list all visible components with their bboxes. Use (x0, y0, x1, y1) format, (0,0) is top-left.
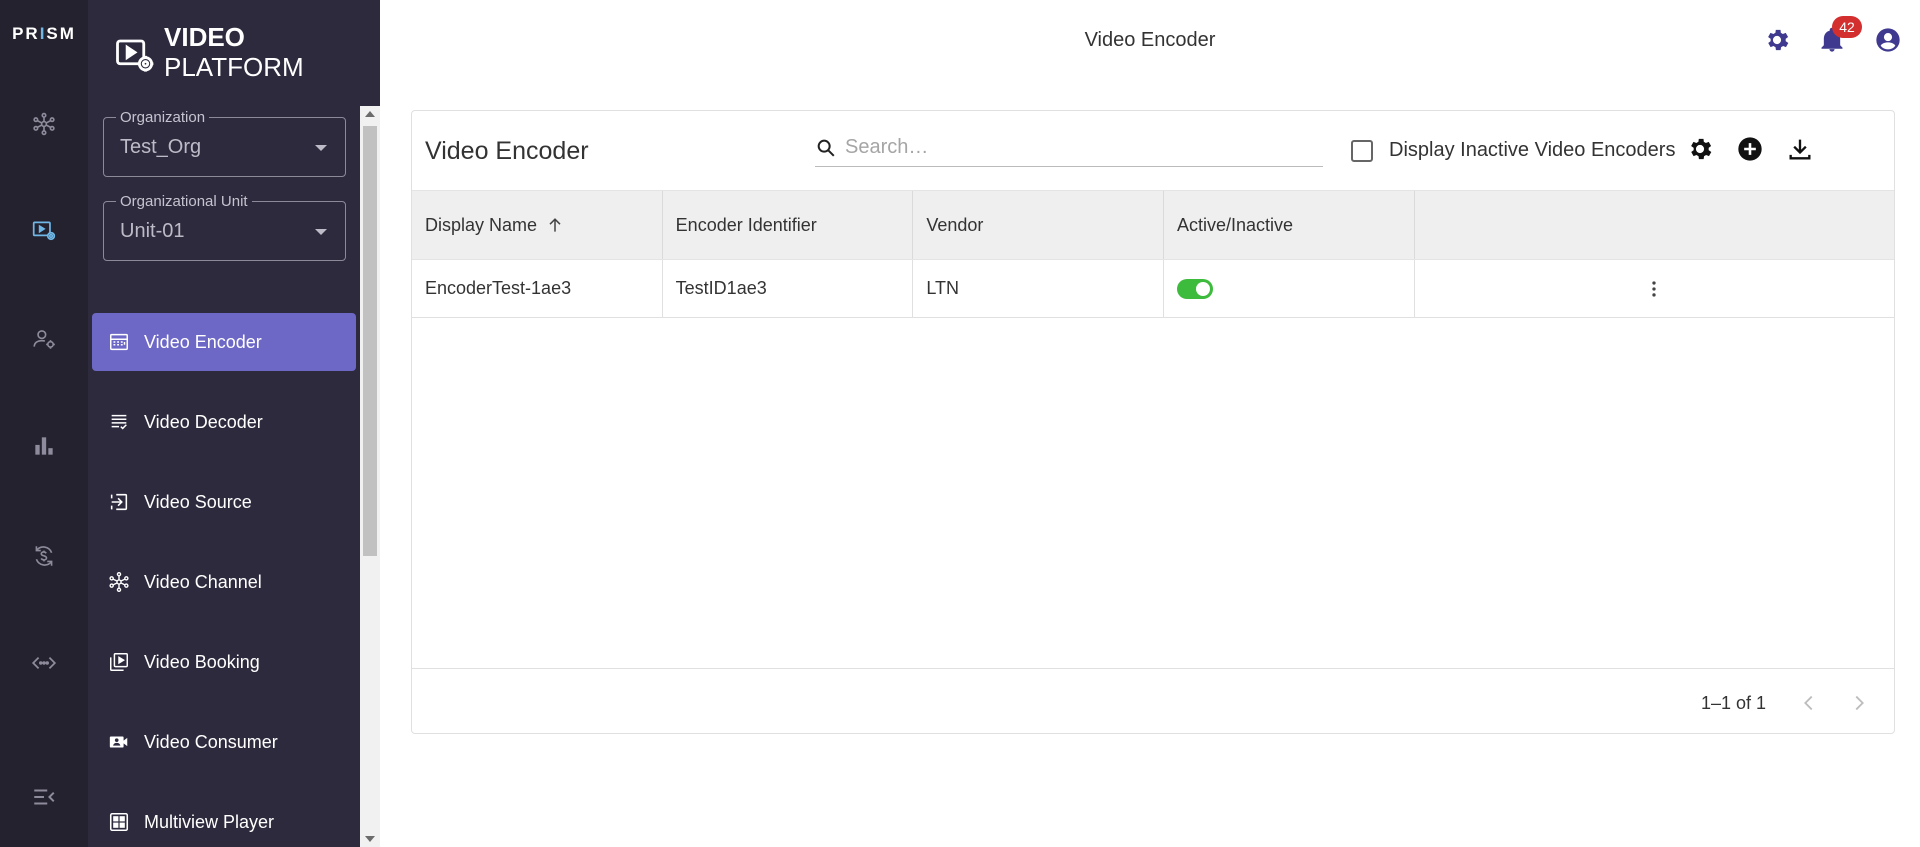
notification-count-badge: 42 (1832, 16, 1862, 38)
card-title: Video Encoder (425, 137, 589, 165)
source-icon (110, 493, 128, 511)
app-rail: PRISM (0, 0, 88, 847)
cell-vendor: LTN (913, 260, 1165, 317)
toggle-knob (1196, 281, 1211, 296)
user-settings-icon[interactable] (27, 322, 61, 356)
decoder-icon (111, 414, 127, 430)
consumer-icon (109, 736, 128, 748)
active-toggle[interactable] (1177, 278, 1214, 299)
pagination-range: 1–1 of 1 (1701, 693, 1767, 713)
cell-encoder-identifier: TestID1ae3 (663, 260, 914, 317)
sidebar-item-label: Multiview Player (144, 811, 275, 832)
sidebar-item-video-decoder[interactable]: Video Decoder (92, 393, 356, 451)
display-inactive-label: Display Inactive Video Encoders (1389, 139, 1676, 161)
video-platform-logo: VIDEO PLATFORM (114, 22, 304, 82)
table-pagination: 1–1 of 1 (412, 668, 1894, 734)
search-icon (817, 139, 835, 157)
cell-actions (1415, 260, 1894, 317)
sidebar: VIDEO PLATFORM Organization Test_Org Org… (88, 0, 380, 847)
collapse-menu-icon[interactable] (27, 780, 61, 814)
sidebar-item-label: Video Encoder (144, 331, 262, 352)
sidebar-item-video-booking[interactable]: Video Booking (92, 633, 356, 691)
scroll-up-arrow-icon[interactable] (365, 111, 375, 117)
sidebar-item-video-source[interactable]: Video Source (92, 473, 356, 531)
add-circle-icon[interactable] (1734, 133, 1766, 165)
account-avatar-icon[interactable] (1872, 24, 1904, 56)
sort-arrow-up-icon[interactable] (545, 215, 565, 235)
display-inactive-checkbox[interactable]: Display Inactive Video Encoders (1351, 139, 1675, 162)
column-header-actions (1415, 191, 1894, 259)
logo-line-1: VIDEO (164, 22, 245, 52)
sidebar-item-label: Video Source (144, 491, 252, 512)
chevron-right-icon[interactable] (1847, 691, 1871, 715)
channel-icon (109, 571, 129, 593)
cell-active (1164, 260, 1415, 317)
sidebar-item-video-channel[interactable]: Video Channel (92, 553, 356, 611)
code-arrows-icon[interactable] (27, 646, 61, 680)
org-unit-value: Unit-01 (120, 220, 185, 242)
chevron-down-icon (315, 229, 327, 235)
prism-logo: PRISM (12, 24, 76, 43)
network-hub-icon[interactable] (27, 107, 61, 141)
video-settings-icon (116, 39, 154, 72)
chevron-left-icon[interactable] (1797, 691, 1821, 715)
page-title: Video Encoder (1084, 29, 1216, 51)
sidebar-item-video-encoder[interactable]: Video Encoder (92, 313, 356, 371)
download-icon[interactable] (1784, 133, 1816, 165)
video-platform-icon[interactable] (27, 213, 61, 247)
encoder-table-card: Video Encoder Display Inactive Video Enc… (411, 110, 1895, 734)
encoder-icon (110, 333, 128, 351)
column-header-active-inactive[interactable]: Active/Inactive (1164, 191, 1415, 259)
multiview-icon (109, 812, 129, 832)
scroll-down-arrow-icon[interactable] (365, 836, 375, 842)
logo-line-2: PLATFORM (164, 52, 304, 82)
table-header: Display Name Encoder Identifier Vendor A… (412, 190, 1894, 260)
booking-icon (110, 653, 128, 671)
more-vert-icon[interactable] (1642, 277, 1666, 301)
settings-gear-icon[interactable] (1761, 24, 1793, 56)
column-header-encoder-identifier[interactable]: Encoder Identifier (663, 191, 914, 259)
cell-display-name: EncoderTest-1ae3 (412, 260, 663, 317)
sidebar-scrollbar[interactable] (360, 106, 380, 847)
dollar-sync-icon[interactable] (27, 539, 61, 573)
sidebar-item-label: Video Channel (144, 571, 262, 592)
column-header-vendor[interactable]: Vendor (913, 191, 1165, 259)
org-unit-label: Organizational Unit (116, 193, 252, 210)
checkbox-box[interactable] (1351, 139, 1373, 162)
sidebar-item-video-consumer[interactable]: Video Consumer (92, 713, 356, 771)
search-input[interactable] (845, 136, 1285, 159)
organization-label: Organization (116, 109, 210, 126)
table-settings-gear-icon[interactable] (1684, 133, 1716, 165)
column-header-display-name[interactable]: Display Name (412, 191, 663, 259)
bar-chart-icon[interactable] (27, 429, 61, 463)
table-row[interactable]: EncoderTest-1ae3 TestID1ae3 LTN (412, 260, 1894, 318)
sidebar-item-label: Video Decoder (144, 411, 263, 432)
org-unit-select[interactable]: Organizational Unit Unit-01 (103, 193, 346, 261)
scrollbar-thumb[interactable] (363, 126, 377, 556)
search-field (815, 129, 1323, 167)
chevron-down-icon (315, 145, 327, 151)
organization-select[interactable]: Organization Test_Org (103, 109, 346, 177)
organization-value: Test_Org (120, 136, 202, 158)
sidebar-item-multiview-player[interactable]: Multiview Player (92, 793, 356, 847)
sidebar-item-label: Video Booking (144, 651, 260, 672)
sidebar-item-label: Video Consumer (144, 731, 278, 752)
